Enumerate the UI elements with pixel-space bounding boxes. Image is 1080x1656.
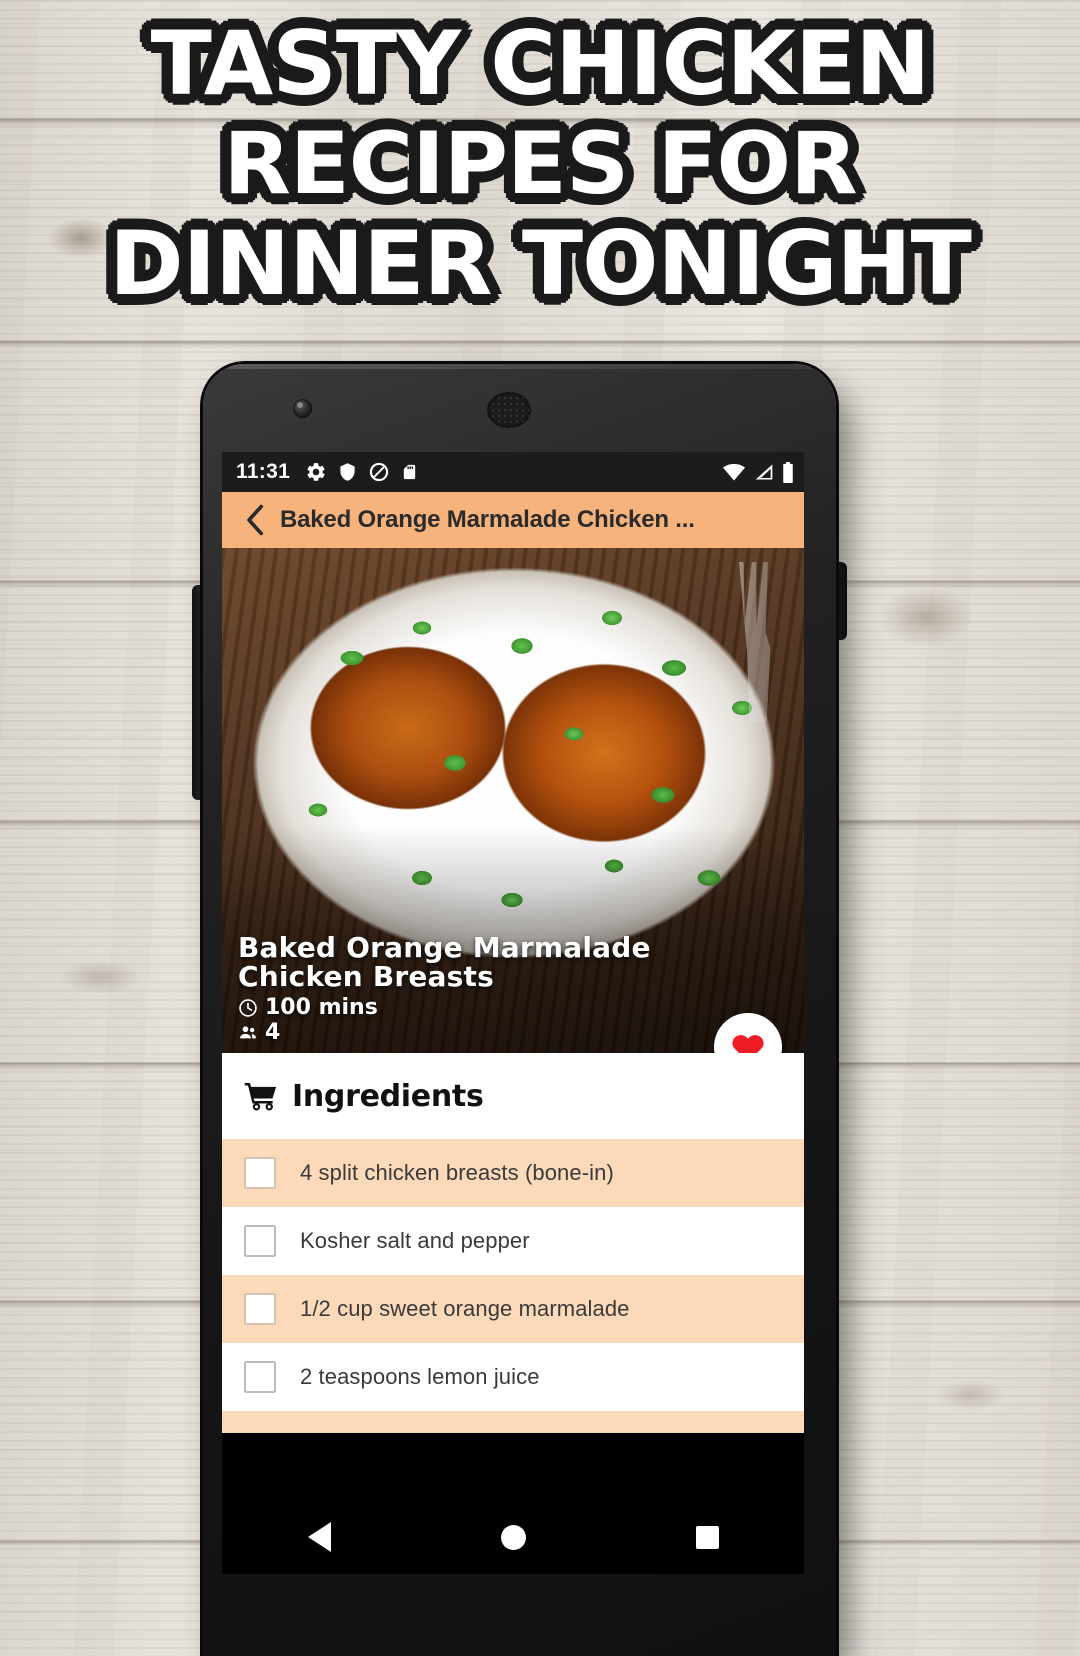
status-bar-clock: 11:31 xyxy=(236,460,291,483)
ingredient-row-partial[interactable] xyxy=(222,1411,804,1433)
status-bar: 11:31 xyxy=(222,452,804,492)
recipe-servings: 4 xyxy=(238,1020,378,1045)
phone-device-frame: 11:31 Baked Orange Marmalade Chicken ... xyxy=(203,364,836,1656)
heart-icon xyxy=(732,1034,764,1053)
android-navigation-bar xyxy=(222,1500,804,1574)
status-bar-right-icons xyxy=(722,461,794,483)
triangle-back-icon xyxy=(307,1522,331,1552)
do-not-disturb-icon xyxy=(369,462,389,482)
recipe-time: 100 mins xyxy=(238,995,378,1020)
front-camera-icon xyxy=(293,399,312,418)
ingredient-label: 2 teaspoons lemon juice xyxy=(300,1364,540,1389)
app-bar-title: Baked Orange Marmalade Chicken ... xyxy=(280,506,695,533)
recipe-hero-image: Baked Orange Marmalade Chicken Breasts 1… xyxy=(222,548,804,1053)
ingredient-row[interactable]: Kosher salt and pepper xyxy=(222,1207,804,1275)
battery-icon xyxy=(783,461,793,483)
ingredients-section: Ingredients 4 split chicken breasts (bon… xyxy=(222,1053,804,1433)
phone-screen: 11:31 Baked Orange Marmalade Chicken ... xyxy=(222,452,804,1500)
wood-knot xyxy=(48,218,114,258)
square-recents-icon xyxy=(695,1525,719,1549)
wood-knot xyxy=(935,1380,1005,1410)
gear-icon xyxy=(307,463,325,481)
cellular-signal-icon xyxy=(755,464,773,480)
wood-knot xyxy=(420,120,540,150)
ingredient-row[interactable]: 1/2 cup sweet orange marmalade xyxy=(222,1275,804,1343)
earpiece-speaker-icon xyxy=(487,392,531,428)
app-bar: Baked Orange Marmalade Chicken ... xyxy=(222,492,804,548)
recipe-title-overlay: Baked Orange Marmalade Chicken Breasts xyxy=(238,931,651,993)
wood-knot xyxy=(880,588,972,646)
ingredient-checkbox[interactable] xyxy=(244,1361,276,1393)
ingredient-label: 1/2 cup sweet orange marmalade xyxy=(300,1296,630,1321)
status-bar-left-icons xyxy=(305,461,418,483)
nav-home-button[interactable] xyxy=(416,1524,610,1550)
ingredient-checkbox[interactable] xyxy=(244,1293,276,1325)
nav-recents-button[interactable] xyxy=(610,1525,804,1549)
ingredient-checkbox[interactable] xyxy=(244,1225,276,1257)
ingredient-label: Kosher salt and pepper xyxy=(300,1228,530,1253)
ingredient-label: 4 split chicken breasts (bone-in) xyxy=(300,1160,614,1185)
recipe-meta: 100 mins 4 xyxy=(238,995,378,1045)
clock-icon xyxy=(239,998,257,1017)
back-button[interactable] xyxy=(234,504,274,536)
nav-back-button[interactable] xyxy=(222,1522,416,1552)
shield-icon xyxy=(340,463,355,481)
wood-knot xyxy=(60,960,140,994)
recipe-servings-value: 4 xyxy=(265,1020,281,1045)
ingredients-title: Ingredients xyxy=(292,1078,484,1114)
ingredients-header: Ingredients xyxy=(222,1053,804,1139)
ingredient-row[interactable]: 2 teaspoons lemon juice xyxy=(222,1343,804,1411)
wifi-icon xyxy=(723,464,745,481)
ingredient-row[interactable]: 4 split chicken breasts (bone-in) xyxy=(222,1139,804,1207)
shopping-cart-icon xyxy=(244,1083,277,1111)
sd-card-icon xyxy=(403,464,416,480)
people-icon xyxy=(240,1025,256,1038)
chevron-left-icon xyxy=(247,504,264,536)
circle-home-icon xyxy=(500,1524,526,1550)
recipe-time-value: 100 mins xyxy=(265,995,378,1020)
ingredient-checkbox[interactable] xyxy=(244,1157,276,1189)
